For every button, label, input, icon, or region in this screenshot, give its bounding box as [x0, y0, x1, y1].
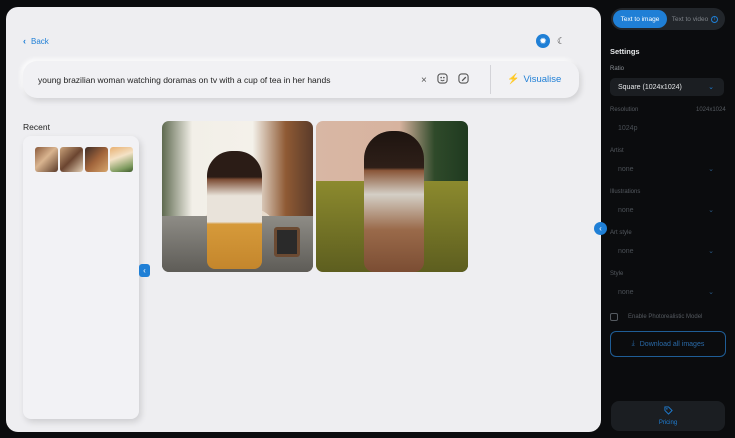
style-select[interactable]: none ⌄	[610, 283, 724, 301]
settings-sidebar: Text to image Text to video i Settings R…	[601, 0, 735, 438]
theme-toggle[interactable]: ✹ ☾	[536, 34, 568, 48]
collapse-recent-button[interactable]: ‹	[139, 264, 150, 277]
ratio-select[interactable]: Square (1024x1024) ⌄	[610, 78, 724, 96]
photorealistic-label: Enable Photorealistic Model	[628, 314, 703, 320]
recent-heading: Recent	[23, 122, 50, 132]
recent-thumbnail-4[interactable]	[110, 147, 133, 172]
clear-icon[interactable]: ×	[421, 75, 427, 86]
resolution-display: 1024x1024	[696, 107, 726, 113]
tab-text-to-video[interactable]: Text to video i	[667, 10, 723, 28]
generated-image-2[interactable]	[316, 121, 468, 272]
lightning-icon: ⚡	[507, 74, 520, 85]
visualise-label: Visualise	[523, 74, 562, 85]
back-button[interactable]: ‹ Back	[23, 36, 49, 46]
illustrations-label: Illustrations	[610, 189, 641, 195]
chevron-down-icon: ⌄	[708, 289, 714, 296]
visualise-button[interactable]: ⚡ Visualise	[507, 74, 561, 85]
resolution-value: 1024p	[618, 124, 638, 132]
illustrations-value: none	[618, 206, 634, 214]
art-style-label: Art style	[610, 230, 632, 236]
person-shape	[364, 131, 424, 272]
pricing-label: Pricing	[658, 420, 678, 426]
download-icon: ⤓	[631, 340, 635, 347]
back-label: Back	[31, 36, 49, 46]
chevron-down-icon: ⌄	[708, 84, 714, 91]
tv-shape	[274, 227, 300, 257]
prompt-actions: ×	[421, 73, 469, 87]
recent-thumbnail-2[interactable]	[60, 147, 83, 172]
photorealistic-toggle[interactable]: Enable Photorealistic Model	[610, 313, 702, 321]
style-value: none	[618, 288, 634, 296]
style-label: Style	[610, 271, 624, 277]
settings-title: Settings	[610, 47, 640, 56]
prompt-input[interactable]: young brazilian woman watching doramas o…	[38, 75, 330, 85]
tag-icon	[663, 406, 673, 417]
ratio-value: Square (1024x1024)	[618, 83, 682, 91]
prompt-bar: young brazilian woman watching doramas o…	[23, 61, 579, 98]
artist-value: none	[618, 165, 634, 173]
tab-text-to-image[interactable]: Text to image	[613, 10, 667, 28]
art-style-select[interactable]: none ⌄	[610, 242, 724, 260]
edit-icon[interactable]	[458, 73, 469, 87]
info-icon: i	[711, 15, 719, 23]
ratio-label: Ratio	[610, 66, 625, 72]
chevron-down-icon: ⌄	[708, 166, 714, 173]
chevron-left-icon: ‹	[23, 36, 26, 46]
recent-thumbnail-1[interactable]	[35, 147, 58, 172]
chevron-down-icon: ⌄	[708, 207, 714, 214]
photorealistic-checkbox[interactable]	[610, 313, 618, 321]
prompt-divider	[490, 65, 491, 94]
resolution-select[interactable]: 1024p	[610, 119, 724, 137]
download-label: Download all images	[639, 340, 705, 348]
generated-image-1[interactable]	[162, 121, 313, 272]
person-shape	[207, 151, 262, 269]
sun-icon[interactable]: ✹	[536, 34, 550, 48]
artist-label: Artist	[610, 148, 624, 154]
recent-thumbnails	[35, 147, 133, 172]
pricing-button[interactable]: Pricing	[611, 401, 725, 431]
recent-thumbnail-3[interactable]	[85, 147, 108, 172]
chevron-down-icon: ⌄	[708, 248, 714, 255]
illustrations-select[interactable]: none ⌄	[610, 201, 724, 219]
download-all-button[interactable]: ⤓ Download all images	[610, 331, 726, 357]
moon-icon[interactable]: ☾	[554, 34, 568, 48]
image-edit-icon[interactable]	[437, 73, 448, 87]
mode-tabs: Text to image Text to video i	[611, 8, 725, 30]
main-panel: ‹ Back ✹ ☾ young brazilian woman watchin…	[6, 7, 601, 432]
artist-select[interactable]: none ⌄	[610, 160, 724, 178]
art-style-value: none	[618, 247, 634, 255]
tab-text-to-video-label: Text to video	[671, 15, 709, 23]
recent-panel	[23, 136, 139, 419]
resolution-label: Resolution	[610, 107, 639, 113]
